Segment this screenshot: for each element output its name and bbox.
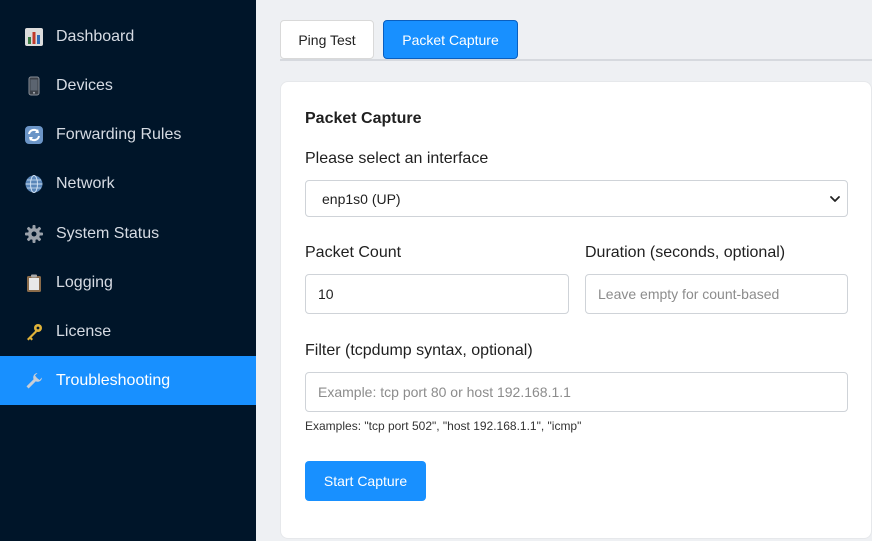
sidebar-item-system-status[interactable]: System Status: [0, 209, 256, 258]
sidebar-item-label: Network: [56, 174, 115, 192]
sidebar-item-label: Devices: [56, 76, 113, 94]
interface-select-value: enp1s0 (UP): [322, 190, 401, 207]
tab-ping-test[interactable]: Ping Test: [280, 20, 374, 59]
globe-icon: [24, 174, 44, 194]
duration-input[interactable]: Leave empty for count-based: [585, 274, 848, 314]
wrench-icon: [24, 371, 44, 391]
sidebar-item-license[interactable]: License: [0, 307, 256, 356]
sidebar-item-label: Forwarding Rules: [56, 125, 182, 143]
refresh-icon: [24, 125, 44, 145]
sidebar-item-logging[interactable]: Logging: [0, 258, 256, 307]
sidebar-item-troubleshooting[interactable]: Troubleshooting: [0, 356, 256, 405]
sidebar-item-label: System Status: [56, 224, 160, 242]
sidebar-item-label: License: [56, 322, 112, 340]
packet-count-label: Packet Count: [305, 244, 402, 261]
gear-icon: [24, 224, 44, 244]
clipboard-icon: [24, 273, 44, 293]
key-icon: [24, 322, 44, 342]
sidebar-item-dashboard[interactable]: Dashboard: [0, 12, 256, 61]
filter-hint: Examples: "tcp port 502", "host 192.168.…: [305, 419, 582, 433]
chevron-down-icon: [830, 196, 840, 202]
bar-chart-icon: [24, 27, 44, 47]
sidebar-item-network[interactable]: Network: [0, 159, 256, 208]
main-content: Ping Test Packet Capture Packet Capture …: [256, 0, 872, 541]
filter-input[interactable]: Example: tcp port 80 or host 192.168.1.1: [305, 372, 848, 412]
filter-label: Filter (tcpdump syntax, optional): [305, 342, 533, 359]
interface-select[interactable]: enp1s0 (UP): [305, 180, 848, 217]
tab-packet-capture[interactable]: Packet Capture: [383, 20, 518, 59]
interface-label: Please select an interface: [305, 150, 489, 167]
sidebar-item-devices[interactable]: Devices: [0, 61, 256, 110]
phone-icon: [24, 76, 44, 96]
sidebar-item-label: Dashboard: [56, 27, 135, 45]
sidebar-item-label: Troubleshooting: [56, 371, 171, 389]
card-title: Packet Capture: [305, 110, 422, 127]
start-capture-button[interactable]: Start Capture: [305, 461, 426, 501]
sidebar-item-forwarding-rules[interactable]: Forwarding Rules: [0, 110, 256, 159]
packet-count-input[interactable]: 10: [305, 274, 569, 314]
duration-label: Duration (seconds, optional): [585, 244, 786, 261]
packet-capture-card: Packet Capture Please select an interfac…: [280, 81, 872, 539]
sidebar: Dashboard Devices Forwarding Rules Netwo…: [0, 0, 256, 541]
tabs-divider: [280, 59, 872, 61]
sidebar-item-label: Logging: [56, 273, 113, 291]
